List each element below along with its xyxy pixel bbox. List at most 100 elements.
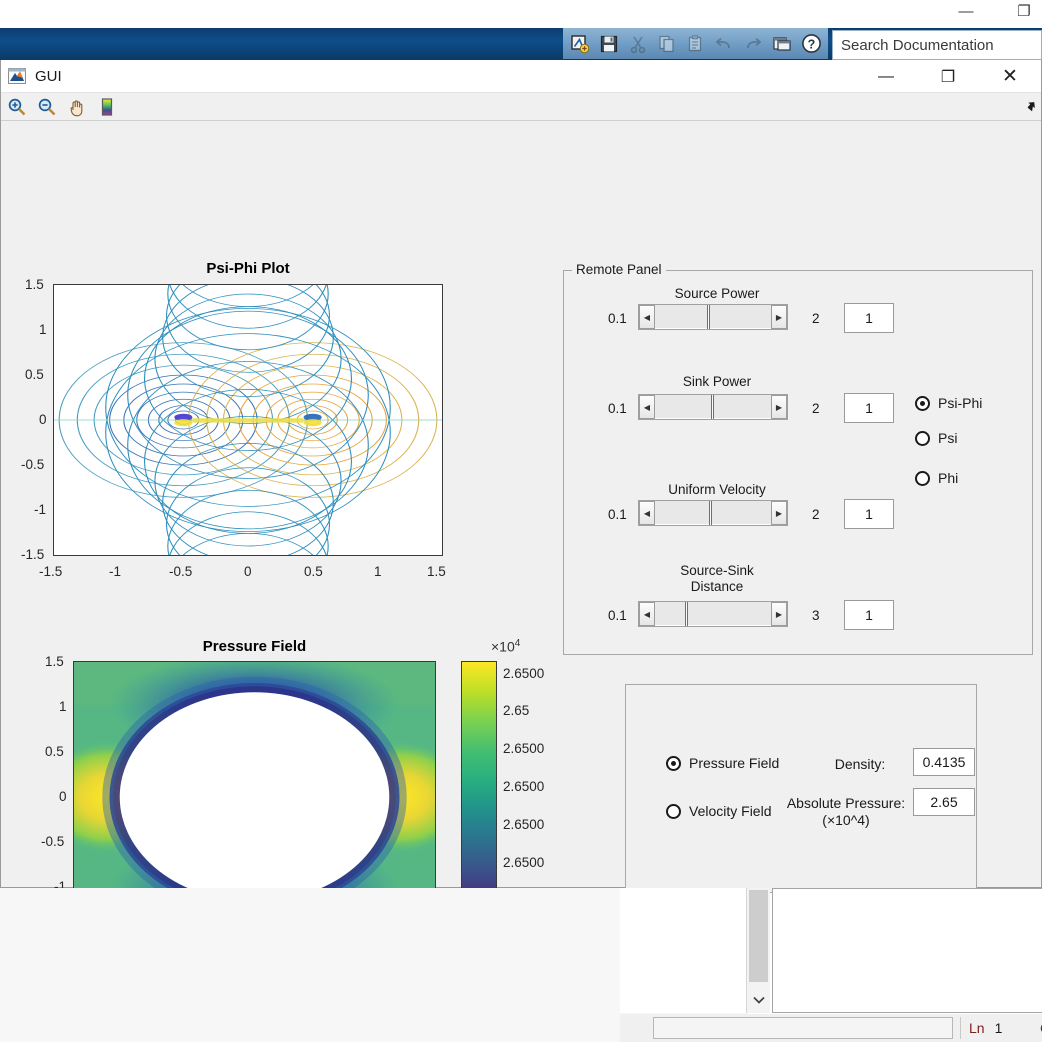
- line-label: Ln: [969, 1020, 985, 1036]
- psi-phi-xtick-5: 1: [374, 564, 382, 579]
- gui-minimize-button[interactable]: —: [855, 60, 917, 93]
- pressure-ytick-0: 1.5: [45, 654, 64, 669]
- slider-label-sink-power: Sink Power: [682, 374, 752, 389]
- gui-figure-window: GUI — ❐ ✕ Psi-Phi Plot 1.5 1 0.5 0 -0.5 …: [0, 60, 1042, 973]
- svg-text:?: ?: [807, 37, 815, 51]
- slider-right-arrow-sink-power[interactable]: ▶: [771, 395, 787, 419]
- psi-phi-contours: [54, 285, 442, 555]
- toolbar-overflow-arrow[interactable]: [1023, 98, 1039, 119]
- redo-icon[interactable]: [739, 31, 767, 57]
- radio-pressure-field-dot: [666, 755, 681, 771]
- cut-icon[interactable]: [624, 31, 652, 57]
- slider-left-arrow-uniform-velocity[interactable]: ◀: [639, 501, 655, 525]
- radio-pressure-field[interactable]: Pressure Field: [666, 755, 779, 771]
- slider-left-arrow-source-power[interactable]: ◀: [639, 305, 655, 329]
- slider-thumb-source-sink-distance[interactable]: [685, 602, 688, 626]
- slider-value-uniform-velocity[interactable]: 1: [844, 499, 894, 529]
- radio-velocity-field[interactable]: Velocity Field: [666, 803, 771, 819]
- gui-window-controls[interactable]: — ❐ ✕: [855, 60, 1041, 93]
- psi-phi-xtick-0: -1.5: [39, 564, 63, 579]
- gui-content-area: Psi-Phi Plot 1.5 1 0.5 0 -0.5 -1 -1.5 -1…: [1, 121, 1041, 973]
- undo-icon[interactable]: [710, 31, 738, 57]
- psi-phi-ytick-6: -1.5: [21, 547, 45, 562]
- psi-phi-plot-axes[interactable]: [53, 284, 443, 556]
- slider-min-sink-power: 0.1: [608, 401, 627, 416]
- slider-max-sink-power: 2: [812, 401, 820, 416]
- chevron-down-icon[interactable]: [747, 989, 771, 1011]
- slider-source-sink-distance[interactable]: ◀ ▶: [638, 601, 788, 627]
- slider-value-sink-power[interactable]: 1: [844, 393, 894, 423]
- desktop-minimize-icon[interactable]: —: [954, 2, 978, 22]
- gui-window-title: GUI: [35, 67, 62, 85]
- slider-label-source-sink-distance: Source-Sink Distance: [680, 563, 754, 594]
- slider-right-arrow-source-sink-distance[interactable]: ▶: [771, 602, 787, 626]
- colorbar-tick-0: 2.6500: [503, 666, 545, 681]
- radio-phi[interactable]: Phi: [915, 470, 958, 486]
- status-bar-field[interactable]: [653, 1017, 953, 1039]
- gui-close-button[interactable]: ✕: [979, 60, 1041, 93]
- slider-max-source-power: 2: [812, 311, 820, 326]
- editor-scrollbar-thumb[interactable]: [749, 890, 768, 982]
- pan-icon[interactable]: [65, 96, 89, 118]
- radio-psi-phi[interactable]: Psi-Phi: [915, 395, 982, 411]
- desktop-top-strip: [0, 0, 1042, 28]
- slider-value-source-sink-distance[interactable]: 1: [844, 600, 894, 630]
- slider-thumb-uniform-velocity[interactable]: [709, 501, 712, 525]
- psi-phi-xtick-4: 0.5: [304, 564, 323, 579]
- colorbar-tick-3: 2.6500: [503, 779, 545, 794]
- help-icon[interactable]: ?: [797, 31, 825, 57]
- editor-right-pane: [772, 888, 1042, 1013]
- colorbar-tick-5: 2.6500: [503, 855, 545, 870]
- radio-phi-dot: [915, 470, 930, 486]
- psi-phi-xtick-3: 0: [244, 564, 252, 579]
- colorbar-tick-2: 2.6500: [503, 741, 545, 756]
- zoom-out-icon[interactable]: [35, 96, 59, 118]
- new-script-icon[interactable]: [566, 31, 594, 57]
- gui-toolbar[interactable]: [1, 93, 1041, 121]
- slider-thumb-sink-power[interactable]: [711, 395, 714, 419]
- slider-right-arrow-uniform-velocity[interactable]: ▶: [771, 501, 787, 525]
- pressure-ytick-3: 0: [59, 789, 67, 804]
- colorbar-icon[interactable]: [95, 96, 119, 118]
- matlab-quick-access-toolbar[interactable]: ?: [563, 28, 828, 59]
- radio-psi-phi-label: Psi-Phi: [938, 395, 983, 411]
- colorbar-exponent-label: ×104: [491, 638, 520, 655]
- slider-right-arrow-source-power[interactable]: ▶: [771, 305, 787, 329]
- pressure-ytick-2: 0.5: [45, 744, 64, 759]
- slider-sink-power[interactable]: ◀ ▶: [638, 394, 788, 420]
- search-documentation-placeholder: Search Documentation: [841, 36, 994, 54]
- psi-phi-xtick-1: -1: [109, 564, 122, 579]
- psi-phi-ytick-4: -0.5: [21, 457, 45, 472]
- slider-value-source-power[interactable]: 1: [844, 303, 894, 333]
- remote-panel: Remote Panel Source Power 0.1 ◀ ▶ 2 1 Si…: [563, 262, 1033, 655]
- psi-phi-ytick-1: 1: [39, 322, 47, 337]
- density-input[interactable]: 0.4135: [913, 748, 975, 776]
- save-icon[interactable]: [595, 31, 623, 57]
- gui-titlebar[interactable]: GUI — ❐ ✕: [1, 60, 1041, 93]
- zoom-in-icon[interactable]: [5, 96, 29, 118]
- desktop-window-controls[interactable]: — ❐: [954, 2, 1036, 22]
- slider-left-arrow-sink-power[interactable]: ◀: [639, 395, 655, 419]
- absolute-pressure-label: Absolute Pressure: (×10^4): [786, 795, 906, 828]
- density-label: Density:: [834, 756, 886, 772]
- slider-thumb-source-power[interactable]: [707, 305, 710, 329]
- absolute-pressure-input[interactable]: 2.65: [913, 788, 975, 816]
- search-documentation-input[interactable]: Search Documentation: [832, 30, 1042, 60]
- radio-phi-label: Phi: [938, 470, 959, 486]
- desktop-maximize-icon[interactable]: ❐: [1012, 2, 1036, 22]
- psi-phi-ytick-5: -1: [34, 502, 47, 517]
- editor-scrollbar[interactable]: [746, 888, 770, 1013]
- line-indicator: Ln 1: [960, 1017, 1010, 1039]
- slider-left-arrow-source-sink-distance[interactable]: ◀: [639, 602, 655, 626]
- gui-maximize-button[interactable]: ❐: [917, 60, 979, 93]
- radio-psi[interactable]: Psi: [915, 430, 957, 446]
- slider-uniform-velocity[interactable]: ◀ ▶: [638, 500, 788, 526]
- slider-source-power[interactable]: ◀ ▶: [638, 304, 788, 330]
- slider-min-uniform-velocity: 0.1: [608, 507, 627, 522]
- copy-icon[interactable]: [653, 31, 681, 57]
- pressure-ytick-4: -0.5: [41, 834, 65, 849]
- colorbar-exponent-power: 4: [514, 638, 521, 649]
- windows-icon[interactable]: [768, 31, 796, 57]
- paste-icon[interactable]: [682, 31, 710, 57]
- line-number: 1: [994, 1020, 1003, 1036]
